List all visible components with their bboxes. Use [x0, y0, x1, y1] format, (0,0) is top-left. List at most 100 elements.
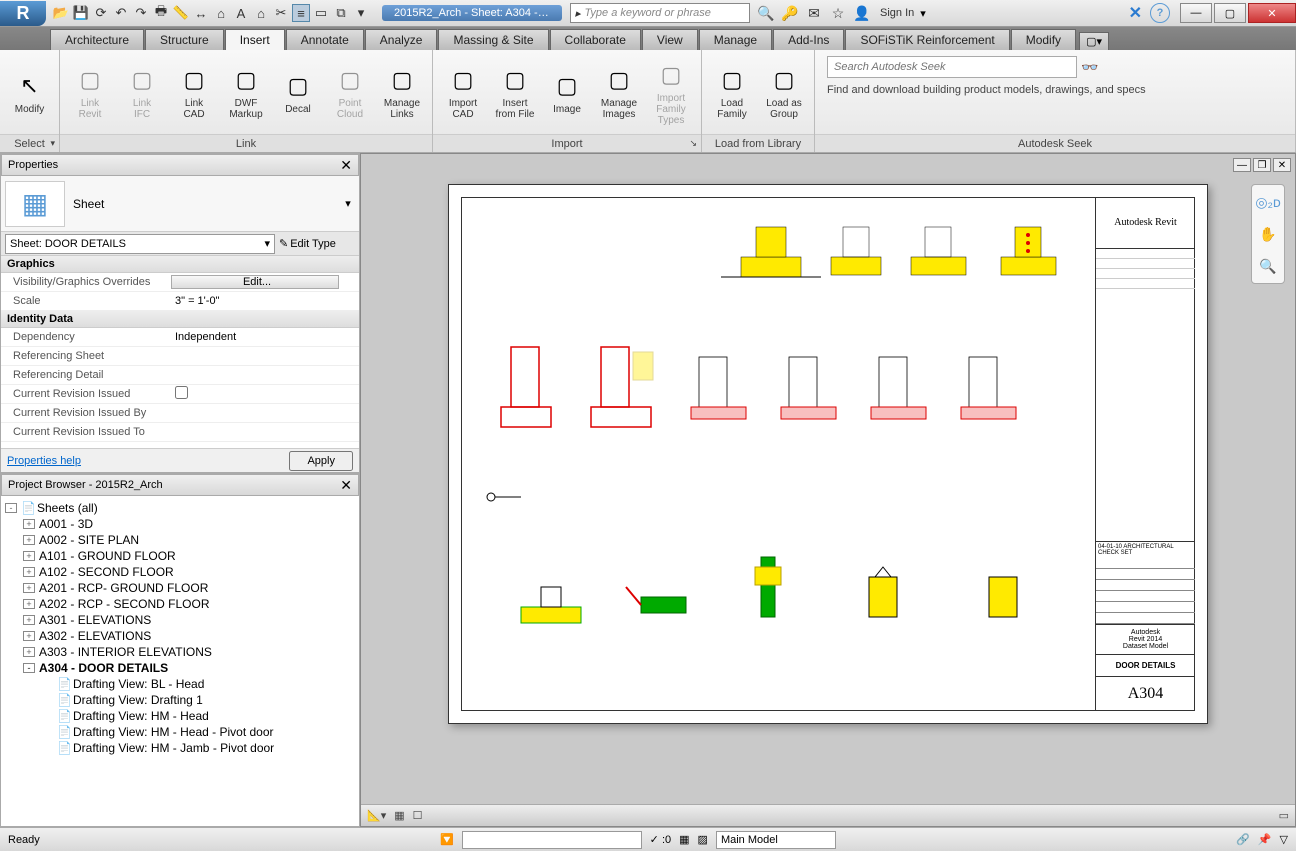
save-icon[interactable]: 💾 [72, 4, 90, 22]
prop-row[interactable]: Referencing Detail [1, 366, 359, 385]
expand-icon[interactable]: + [23, 599, 35, 609]
text-icon[interactable]: A [232, 4, 250, 22]
exchange-apps-icon[interactable]: ✕ [1129, 3, 1142, 23]
drawing-area[interactable]: ― ❐ ✕ ◎₂ᴅ ✋ 🔍 [360, 153, 1296, 827]
link-dwf-markup-button[interactable]: ▢DWFMarkup [222, 62, 270, 122]
undo-icon[interactable]: ↶ [112, 4, 130, 22]
tree-node[interactable]: 📄Drafting View: HM - Jamb - Pivot door [5, 740, 355, 756]
tree-node[interactable]: +A302 - ELEVATIONS [5, 628, 355, 644]
expand-icon[interactable]: + [23, 583, 35, 593]
link-link-cad-button[interactable]: ▢LinkCAD [170, 62, 218, 122]
prop-row[interactable]: Current Revision Issued By [1, 404, 359, 423]
import-manage-images-button[interactable]: ▢ManageImages [595, 62, 643, 122]
ribbon-tab-insert[interactable]: Insert [225, 29, 285, 50]
expand-icon[interactable]: + [23, 567, 35, 577]
sheet-viewport[interactable]: Autodesk Revit 04-01-10 ARCHITECTURAL CH… [361, 154, 1295, 804]
prop-value[interactable]: Independent [171, 331, 359, 343]
nav-wheel-icon[interactable]: ◎₂ᴅ [1255, 189, 1281, 215]
tree-node[interactable]: 📄Drafting View: BL - Head [5, 676, 355, 692]
apply-button[interactable]: Apply [289, 451, 353, 471]
view-close-icon[interactable]: ✕ [1273, 158, 1291, 172]
editable-only-icon[interactable]: ✓ :0 [650, 833, 671, 846]
prop-row[interactable]: Current Revision Issued [1, 385, 359, 404]
import-import-cad-button[interactable]: ▢ImportCAD [439, 62, 487, 122]
link-decal-button[interactable]: ▢Decal [274, 68, 322, 117]
close-button[interactable]: ✕ [1248, 3, 1296, 23]
tree-node[interactable]: -A304 - DOOR DETAILS [5, 660, 355, 676]
infocenter-search[interactable]: ▸ Type a keyword or phrase [570, 3, 750, 23]
switch-windows-icon[interactable]: ⧉ [332, 4, 350, 22]
qat-customize-icon[interactable]: ▾ [352, 4, 370, 22]
detail-level-icon[interactable]: ▦ [394, 809, 404, 822]
expand-icon[interactable]: - [5, 503, 17, 513]
prop-value[interactable] [171, 386, 359, 402]
prop-row[interactable]: DependencyIndependent [1, 328, 359, 347]
design-options-combo[interactable] [462, 831, 642, 849]
ribbon-tab-switch[interactable]: ▢▾ [1079, 32, 1109, 50]
workset-combo[interactable]: Main Model [716, 831, 836, 849]
default3d-icon[interactable]: ⌂ [252, 4, 270, 22]
modify-button[interactable]: ↖ Modify [6, 68, 54, 117]
select-links-icon[interactable]: 🔗 [1236, 833, 1250, 846]
tree-node[interactable]: 📄Drafting View: HM - Head [5, 708, 355, 724]
prop-row[interactable]: Referencing Sheet [1, 347, 359, 366]
ribbon-tab-sofistik-reinforcement[interactable]: SOFiSTiK Reinforcement [845, 29, 1009, 50]
view-restore-icon[interactable]: ❐ [1253, 158, 1271, 172]
import-image-button[interactable]: ▢Image [543, 68, 591, 117]
type-selector[interactable]: ▦ Sheet ▾ [1, 176, 359, 232]
ribbon-tab-add-ins[interactable]: Add-Ins [773, 29, 844, 50]
tree-node[interactable]: +A102 - SECOND FLOOR [5, 564, 355, 580]
filter-icon[interactable]: 🔽 [440, 833, 454, 846]
import-insert-from-file-button[interactable]: ▢Insertfrom File [491, 62, 539, 122]
nav-zoom-icon[interactable]: 🔍 [1255, 253, 1281, 279]
filter-selection-icon[interactable]: ▽ [1280, 833, 1288, 846]
expand-icon[interactable]: + [23, 551, 35, 561]
prop-checkbox[interactable] [175, 386, 188, 399]
seek-search-icon[interactable]: 👓 [1081, 59, 1098, 76]
load-load-as-group-button[interactable]: ▢Load asGroup [760, 62, 808, 122]
favorite-icon[interactable]: ☆ [828, 3, 848, 23]
type-dropdown-icon[interactable]: ▾ [341, 197, 355, 210]
tag-icon[interactable]: ⌂ [212, 4, 230, 22]
tree-node[interactable]: 📄Drafting View: HM - Head - Pivot door [5, 724, 355, 740]
binoculars-icon[interactable]: 🔍 [756, 3, 776, 23]
signin-dropdown-icon[interactable]: ▾ [920, 7, 926, 20]
tree-node[interactable]: 📄Drafting View: Drafting 1 [5, 692, 355, 708]
tree-node[interactable]: -📄Sheets (all) [5, 500, 355, 516]
prop-row[interactable]: Current Revision Issued To [1, 423, 359, 442]
ribbon-tab-manage[interactable]: Manage [699, 29, 772, 50]
tree-node[interactable]: +A201 - RCP- GROUND FLOOR [5, 580, 355, 596]
thin-lines-icon[interactable]: ≡ [292, 4, 310, 22]
expand-icon[interactable]: + [23, 631, 35, 641]
signin-link[interactable]: Sign In [880, 7, 914, 19]
active-workset-icon[interactable]: ▨ [698, 833, 708, 846]
revit-logo[interactable]: R [0, 1, 46, 26]
instance-selector[interactable]: Sheet: DOOR DETAILS▾ [5, 234, 275, 254]
prop-row[interactable]: Visibility/Graphics OverridesEdit... [1, 273, 359, 292]
expand-icon[interactable]: + [23, 647, 35, 657]
tree-node[interactable]: +A202 - RCP - SECOND FLOOR [5, 596, 355, 612]
maximize-button[interactable]: ▢ [1214, 3, 1246, 23]
expand-icon[interactable]: + [23, 535, 35, 545]
expand-icon[interactable]: - [23, 663, 35, 673]
properties-close-icon[interactable]: ✕ [340, 157, 352, 174]
prop-category[interactable]: Graphics [1, 256, 359, 273]
prop-value[interactable]: 3" = 1'-0" [171, 295, 359, 307]
minimize-button[interactable]: ― [1180, 3, 1212, 23]
close-hidden-icon[interactable]: ▭ [312, 4, 330, 22]
measure-icon[interactable]: 📏 [172, 4, 190, 22]
ribbon-tab-structure[interactable]: Structure [145, 29, 224, 50]
select-group-title[interactable]: Select▾ [0, 134, 59, 152]
expand-icon[interactable]: + [23, 519, 35, 529]
redo-icon[interactable]: ↷ [132, 4, 150, 22]
edit-type-button[interactable]: ✎ Edit Type [279, 237, 359, 250]
print-icon[interactable]: 🖶 [152, 4, 170, 22]
key-icon[interactable]: 🔑 [780, 3, 800, 23]
prop-value[interactable]: Edit... [171, 275, 339, 289]
help-icon[interactable]: ? [1150, 3, 1170, 23]
section-icon[interactable]: ✂ [272, 4, 290, 22]
prop-row[interactable]: Scale3" = 1'-0" [1, 292, 359, 311]
nav-pan-icon[interactable]: ✋ [1255, 221, 1281, 247]
ribbon-tab-analyze[interactable]: Analyze [365, 29, 438, 50]
properties-help-link[interactable]: Properties help [7, 455, 81, 467]
